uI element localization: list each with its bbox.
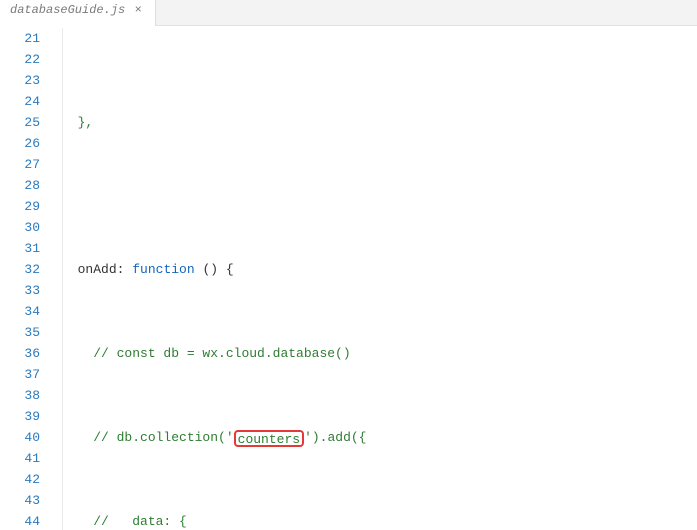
line-number: 36 (0, 343, 40, 364)
code-editor: databaseGuide.js × 212223242526272829303… (0, 0, 697, 530)
line-number: 26 (0, 133, 40, 154)
line-number: 35 (0, 322, 40, 343)
line-number: 32 (0, 259, 40, 280)
code-content[interactable]: }, onAdd: function () { // const db = wx… (54, 26, 697, 530)
line-number: 23 (0, 70, 40, 91)
line-number: 31 (0, 238, 40, 259)
code-area[interactable]: 2122232425262728293031323334353637383940… (0, 26, 697, 530)
highlighted-word: counters (234, 430, 304, 447)
line-number: 30 (0, 217, 40, 238)
line-number: 22 (0, 49, 40, 70)
code-line: // const db = wx.cloud.database() (62, 343, 697, 364)
line-number: 27 (0, 154, 40, 175)
line-number: 40 (0, 427, 40, 448)
line-number-gutter: 2122232425262728293031323334353637383940… (0, 26, 54, 530)
line-number: 39 (0, 406, 40, 427)
code-line (62, 175, 697, 196)
line-number: 29 (0, 196, 40, 217)
line-number: 37 (0, 364, 40, 385)
line-number: 38 (0, 385, 40, 406)
code-line: // db.collection('counters').add({ (62, 427, 697, 448)
close-icon[interactable]: × (131, 3, 145, 17)
line-number: 33 (0, 280, 40, 301)
code-line: }, (62, 112, 697, 133)
line-number: 43 (0, 490, 40, 511)
tab-label: databaseGuide.js (10, 3, 125, 17)
tab-bar: databaseGuide.js × (0, 0, 697, 26)
line-number: 21 (0, 28, 40, 49)
line-number: 44 (0, 511, 40, 530)
line-number: 25 (0, 112, 40, 133)
line-number: 28 (0, 175, 40, 196)
code-line: onAdd: function () { (62, 259, 697, 280)
line-number: 41 (0, 448, 40, 469)
line-number: 24 (0, 91, 40, 112)
tab-database-guide[interactable]: databaseGuide.js × (0, 0, 156, 26)
code-line: // data: { (62, 511, 697, 530)
line-number: 34 (0, 301, 40, 322)
line-number: 42 (0, 469, 40, 490)
